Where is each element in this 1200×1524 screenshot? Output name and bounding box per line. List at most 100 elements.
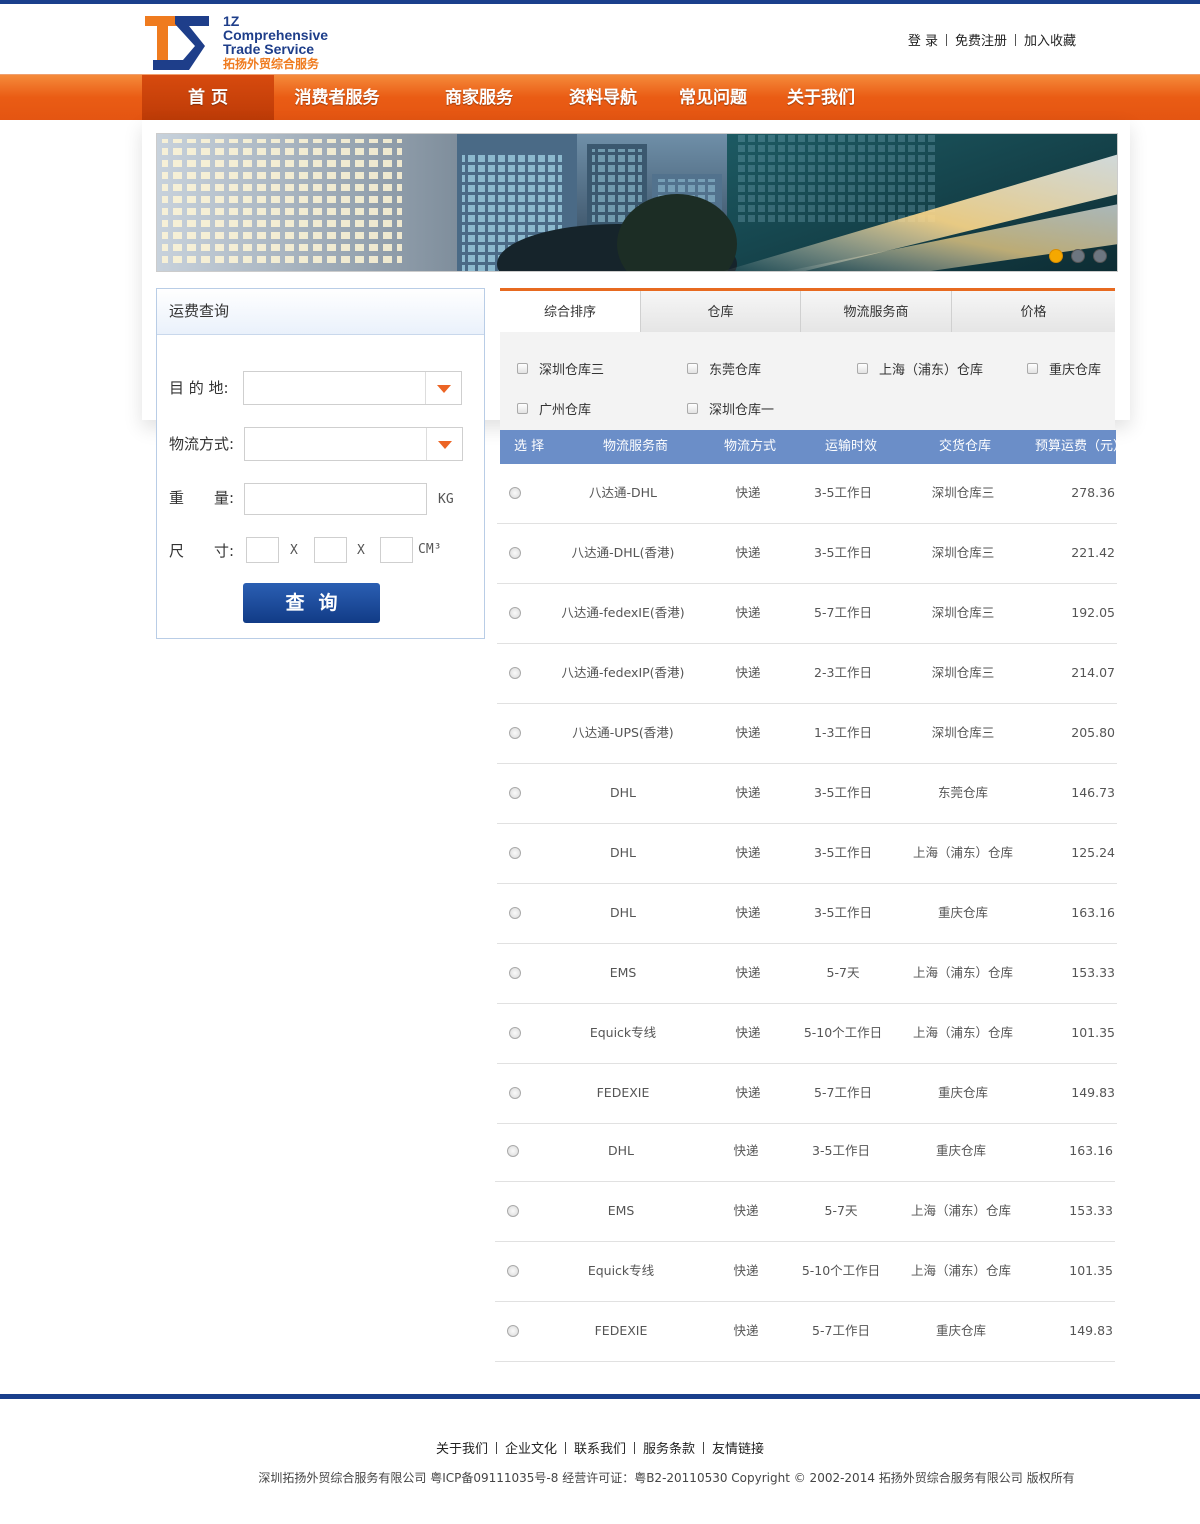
table-row[interactable]: FEDEXIE 快递 5-7工作日 重庆仓库 149.83 bbox=[497, 1064, 1117, 1124]
tab-overall[interactable]: 综合排序 bbox=[500, 291, 641, 332]
filter-label: 重庆仓库 bbox=[1049, 363, 1102, 378]
select-radio[interactable] bbox=[509, 1087, 521, 1099]
logo-text: 1Z Comprehensive Trade Service 拓扬外贸综合服务 bbox=[223, 14, 328, 71]
filter-item[interactable]: 广州仓库 bbox=[517, 399, 591, 418]
nav-item-home[interactable]: 首 页 bbox=[142, 75, 274, 121]
table-row[interactable]: EMS 快递 5-7天 上海（浦东）仓库 153.33 bbox=[497, 944, 1117, 1004]
select-radio[interactable] bbox=[509, 847, 521, 859]
select-radio[interactable] bbox=[507, 1205, 519, 1217]
tab-provider[interactable]: 物流服务商 bbox=[801, 291, 952, 332]
filter-item[interactable]: 深圳仓库一 bbox=[687, 399, 774, 418]
filter-label: 东莞仓库 bbox=[709, 363, 762, 378]
table-row[interactable]: DHL 快递 3-5工作日 重庆仓库 163.16 bbox=[497, 884, 1117, 944]
select-radio[interactable] bbox=[509, 907, 521, 919]
table-row[interactable]: 八达通-fedexIE(香港) 快递 5-7工作日 深圳仓库三 192.05 bbox=[497, 584, 1117, 644]
row-warehouse: 重庆仓库 bbox=[937, 905, 988, 920]
row-price: 146.73 bbox=[1071, 785, 1115, 800]
banner-carousel[interactable] bbox=[156, 133, 1118, 272]
filter-item[interactable]: 深圳仓库三 bbox=[517, 359, 604, 378]
weight-input[interactable] bbox=[244, 483, 427, 515]
table-row[interactable]: 八达通-DHL 快递 3-5工作日 深圳仓库三 278.36 bbox=[497, 464, 1117, 524]
filter-item[interactable]: 东莞仓库 bbox=[687, 359, 761, 378]
logo-mark-icon bbox=[145, 16, 209, 70]
row-warehouse: 重庆仓库 bbox=[935, 1143, 986, 1158]
row-warehouse: 重庆仓库 bbox=[935, 1323, 986, 1338]
size-width-input[interactable] bbox=[314, 537, 347, 563]
carousel-dot[interactable] bbox=[1049, 249, 1063, 263]
link-divider bbox=[945, 33, 947, 46]
register-link[interactable]: 免费注册 bbox=[955, 30, 1007, 49]
col-method: 物流方式 bbox=[724, 439, 777, 454]
checkbox[interactable] bbox=[517, 403, 528, 414]
select-radio[interactable] bbox=[507, 1145, 519, 1157]
carousel-dot[interactable] bbox=[1071, 249, 1085, 263]
select-radio[interactable] bbox=[509, 607, 521, 619]
size-height-input[interactable] bbox=[380, 537, 413, 563]
main-nav: 首 页 消费者服务 商家服务 资料导航 常见问题 关于我们 bbox=[0, 74, 1200, 121]
footer-copyright: 深圳拓扬外贸综合服务有限公司 粤ICP备09111035号-8 经营许可证：粤B… bbox=[258, 1471, 1075, 1485]
carousel-dot[interactable] bbox=[1093, 249, 1107, 263]
shipping-method-select[interactable] bbox=[244, 427, 463, 461]
table-row[interactable]: FEDEXIE 快递 5-7工作日 重庆仓库 149.83 bbox=[495, 1302, 1115, 1362]
tab-warehouse[interactable]: 仓库 bbox=[641, 291, 801, 332]
table-row[interactable]: Equick专线 快递 5-10个工作日 上海（浦东）仓库 101.35 bbox=[495, 1242, 1115, 1302]
destination-label: 目 的 地: bbox=[169, 379, 229, 397]
select-radio[interactable] bbox=[509, 787, 521, 799]
table-row[interactable]: 八达通-UPS(香港) 快递 1-3工作日 深圳仓库三 205.80 bbox=[497, 704, 1117, 764]
dropdown-arrow[interactable] bbox=[425, 372, 461, 404]
checkbox[interactable] bbox=[857, 363, 868, 374]
select-radio[interactable] bbox=[509, 967, 521, 979]
select-radio[interactable] bbox=[507, 1265, 519, 1277]
row-price: 149.83 bbox=[1069, 1323, 1113, 1338]
footer-accent-line bbox=[0, 1394, 1200, 1399]
table-row[interactable]: DHL 快递 3-5工作日 东莞仓库 146.73 bbox=[497, 764, 1117, 824]
filter-item[interactable]: 上海（浦东）仓库 bbox=[857, 359, 983, 378]
nav-item-resource-nav[interactable]: 资料导航 bbox=[558, 75, 648, 121]
site-logo[interactable]: 1Z Comprehensive Trade Service 拓扬外贸综合服务 bbox=[145, 14, 345, 74]
col-time: 运输时效 bbox=[825, 439, 878, 454]
table-row[interactable]: DHL 快递 3-5工作日 重庆仓库 163.16 bbox=[495, 1122, 1115, 1182]
nav-item-merchant-services[interactable]: 商家服务 bbox=[434, 75, 524, 121]
dropdown-arrow[interactable] bbox=[426, 428, 462, 460]
row-price: 125.24 bbox=[1071, 845, 1115, 860]
filter-item[interactable]: 重庆仓库 bbox=[1027, 359, 1101, 378]
nav-item-consumer-services[interactable]: 消费者服务 bbox=[284, 75, 390, 121]
footer-link-friends[interactable]: 友情链接 bbox=[712, 1442, 764, 1457]
destination-select[interactable] bbox=[243, 371, 462, 405]
checkbox[interactable] bbox=[1027, 363, 1038, 374]
col-price: 预算运费（元） bbox=[1035, 439, 1127, 454]
row-price: 149.83 bbox=[1071, 1085, 1115, 1100]
footer-link-about[interactable]: 关于我们 bbox=[436, 1442, 488, 1457]
tab-price[interactable]: 价格 bbox=[952, 291, 1115, 332]
row-price: 221.42 bbox=[1071, 545, 1115, 560]
size-length-input[interactable] bbox=[246, 537, 279, 563]
select-radio[interactable] bbox=[507, 1325, 519, 1337]
select-radio[interactable] bbox=[509, 667, 521, 679]
checkbox[interactable] bbox=[517, 363, 528, 374]
select-radio[interactable] bbox=[509, 727, 521, 739]
query-submit-button[interactable]: 查询 bbox=[243, 583, 380, 623]
bookmark-link[interactable]: 加入收藏 bbox=[1024, 30, 1076, 49]
link-divider bbox=[564, 1442, 566, 1454]
checkbox[interactable] bbox=[687, 363, 698, 374]
select-radio[interactable] bbox=[509, 487, 521, 499]
checkbox[interactable] bbox=[687, 403, 698, 414]
login-link[interactable]: 登 录 bbox=[908, 30, 938, 49]
table-row[interactable]: 八达通-fedexIP(香港) 快递 2-3工作日 深圳仓库三 214.07 bbox=[497, 644, 1117, 704]
filter-label: 深圳仓库一 bbox=[709, 403, 775, 418]
table-row[interactable]: Equick专线 快递 5-10个工作日 上海（浦东）仓库 101.35 bbox=[497, 1004, 1117, 1064]
footer-link-terms[interactable]: 服务条款 bbox=[643, 1442, 695, 1457]
row-price: 153.33 bbox=[1069, 1203, 1113, 1218]
row-warehouse: 东莞仓库 bbox=[937, 785, 988, 800]
table-row[interactable]: DHL 快递 3-5工作日 上海（浦东）仓库 125.24 bbox=[497, 824, 1117, 884]
footer-link-contact[interactable]: 联系我们 bbox=[574, 1442, 626, 1457]
nav-item-about-us[interactable]: 关于我们 bbox=[776, 75, 866, 121]
footer-link-culture[interactable]: 企业文化 bbox=[505, 1442, 557, 1457]
nav-item-faq[interactable]: 常见问题 bbox=[668, 75, 758, 121]
select-radio[interactable] bbox=[509, 547, 521, 559]
select-radio[interactable] bbox=[509, 1027, 521, 1039]
table-row[interactable]: EMS 快递 5-7天 上海（浦东）仓库 153.33 bbox=[495, 1182, 1115, 1242]
table-row[interactable]: 八达通-DHL(香港) 快递 3-5工作日 深圳仓库三 221.42 bbox=[497, 524, 1117, 584]
site-header: 1Z Comprehensive Trade Service 拓扬外贸综合服务 … bbox=[0, 4, 1200, 74]
row-warehouse: 深圳仓库三 bbox=[931, 545, 995, 560]
